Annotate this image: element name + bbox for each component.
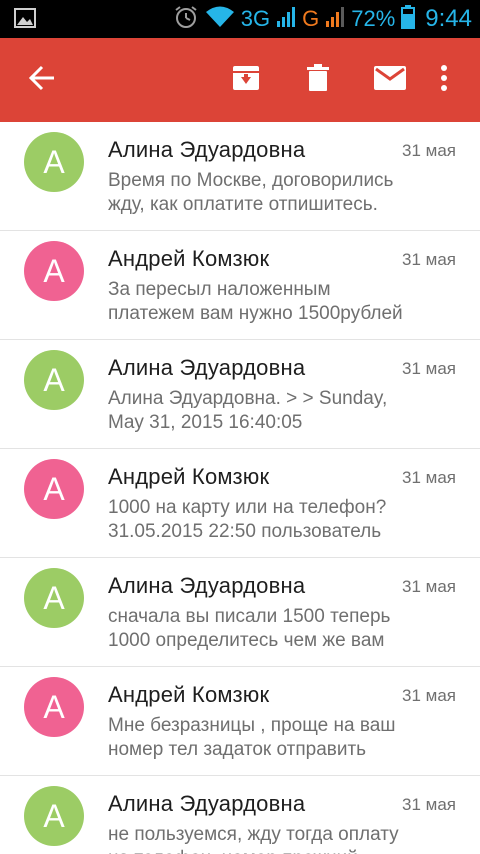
- list-item[interactable]: А Андрей Комзюк 31 мая За пересыл наложе…: [0, 231, 480, 340]
- back-arrow-icon: [27, 63, 57, 98]
- message-date: 31 мая: [402, 577, 456, 596]
- message-snippet: Алина Эдуардовна. > > Sunday, May 31, 20…: [108, 388, 388, 433]
- sender-name: Алина Эдуардовна: [108, 355, 306, 380]
- message-date: 31 мая: [402, 795, 456, 814]
- archive-button[interactable]: [218, 38, 274, 122]
- message-snippet: не пользуемся, жду тогда оплату на телеф…: [108, 824, 399, 854]
- avatar[interactable]: А: [24, 568, 84, 628]
- battery-icon: [401, 4, 416, 34]
- image-icon: [14, 8, 38, 30]
- more-options-button[interactable]: [416, 38, 472, 122]
- mark-unread-icon: [374, 65, 406, 95]
- avatar[interactable]: А: [24, 241, 84, 301]
- delete-icon: [306, 63, 330, 97]
- list-item[interactable]: А Алина Эдуардовна 31 мая Алина Эдуардов…: [0, 340, 480, 449]
- sender-name: Андрей Комзюк: [108, 246, 270, 271]
- message-snippet: сначала вы писали 1500 теперь 1000 опред…: [108, 606, 391, 651]
- message-date: 31 мая: [402, 250, 456, 269]
- message-date: 31 мая: [402, 359, 456, 378]
- avatar[interactable]: А: [24, 459, 84, 519]
- list-item[interactable]: А Андрей Комзюк 31 мая Мне безразницы , …: [0, 667, 480, 776]
- battery-percent: 72%: [351, 6, 396, 31]
- archive-icon: [232, 64, 260, 97]
- sender-name: Андрей Комзюк: [108, 464, 270, 489]
- sender-name: Алина Эдуардовна: [108, 791, 306, 816]
- status-bar: 3G G 72% 9:44: [0, 0, 480, 38]
- signal-icon: [325, 6, 345, 33]
- avatar[interactable]: А: [24, 132, 84, 192]
- message-snippet: За пересыл наложенным платежем вам нужно…: [108, 279, 403, 324]
- message-snippet: Время по Москве, договорились жду, как о…: [108, 170, 394, 215]
- back-button[interactable]: [14, 38, 70, 122]
- message-list: А Алина Эдуардовна 31 мая Время по Москв…: [0, 122, 480, 854]
- message-date: 31 мая: [402, 468, 456, 487]
- network-3g-label: 3G: [240, 6, 271, 31]
- message-date: 31 мая: [402, 686, 456, 705]
- sender-name: Алина Эдуардовна: [108, 137, 306, 162]
- alarm-icon: [173, 4, 199, 35]
- avatar[interactable]: А: [24, 786, 84, 846]
- message-date: 31 мая: [402, 141, 456, 160]
- list-item[interactable]: А Алина Эдуардовна 31 мая сначала вы пис…: [0, 558, 480, 667]
- list-item[interactable]: А Алина Эдуардовна 31 мая Время по Москв…: [0, 122, 480, 231]
- message-snippet: Мне безразницы , проще на ваш номер тел …: [108, 715, 396, 760]
- mark-unread-button[interactable]: [362, 38, 418, 122]
- signal-icon: [276, 6, 296, 33]
- list-item[interactable]: А Андрей Комзюк 31 мая 1000 на карту или…: [0, 449, 480, 558]
- sender-name: Андрей Комзюк: [108, 682, 270, 707]
- clock: 9:44: [425, 5, 472, 32]
- more-vert-icon: [440, 64, 448, 96]
- sender-name: Алина Эдуардовна: [108, 573, 306, 598]
- message-snippet: 1000 на карту или на телефон? 31.05.2015…: [108, 497, 387, 542]
- network-g-label: G: [302, 6, 320, 31]
- delete-button[interactable]: [290, 38, 346, 122]
- avatar[interactable]: А: [24, 350, 84, 410]
- wifi-icon: [205, 5, 235, 34]
- avatar[interactable]: А: [24, 677, 84, 737]
- list-item[interactable]: А Алина Эдуардовна 31 мая не пользуемся,…: [0, 776, 480, 854]
- app-toolbar: [0, 38, 480, 122]
